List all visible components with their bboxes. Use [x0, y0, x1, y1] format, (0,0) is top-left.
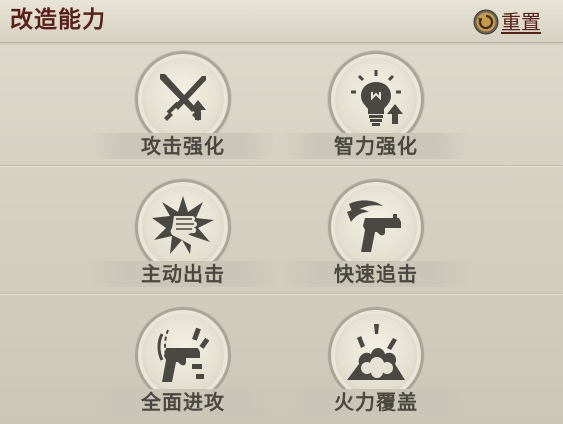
skill-intelligence-boost[interactable]: 智力强化	[281, 47, 471, 167]
skill-label: 智力强化	[334, 134, 418, 158]
ability-panel: 改造能力 重置 攻击强化 智力强化 主动出击 快速追击 全面进攻 火力覆盖	[0, 0, 563, 424]
lightbulb-up-icon	[351, 70, 403, 126]
quick-draw-pistol-icon	[347, 200, 401, 252]
swords-up-icon	[160, 74, 206, 121]
panel-header: 改造能力 重置	[0, 0, 563, 43]
explosion-barrage-icon	[347, 324, 405, 380]
skill-label: 火力覆盖	[334, 390, 418, 414]
skill-label: 主动出击	[141, 262, 225, 286]
skill-label: 快速追击	[334, 262, 418, 286]
reset-icon	[473, 9, 499, 35]
skill-proactive-strike[interactable]: 主动出击	[88, 175, 278, 295]
reset-button[interactable]: 重置	[473, 8, 541, 36]
page-title: 改造能力	[10, 7, 106, 33]
skill-all-out-attack[interactable]: 全面进攻	[88, 303, 278, 423]
skill-label: 攻击强化	[141, 134, 225, 158]
rapid-fire-pistol-icon	[157, 327, 210, 382]
reset-label: 重置	[501, 10, 541, 34]
skill-fire-coverage[interactable]: 火力覆盖	[281, 303, 471, 423]
skill-quick-pursuit[interactable]: 快速追击	[281, 175, 471, 295]
skill-label: 全面进攻	[141, 390, 225, 414]
skill-attack-boost[interactable]: 攻击强化	[88, 47, 278, 167]
fist-burst-icon	[152, 196, 214, 254]
